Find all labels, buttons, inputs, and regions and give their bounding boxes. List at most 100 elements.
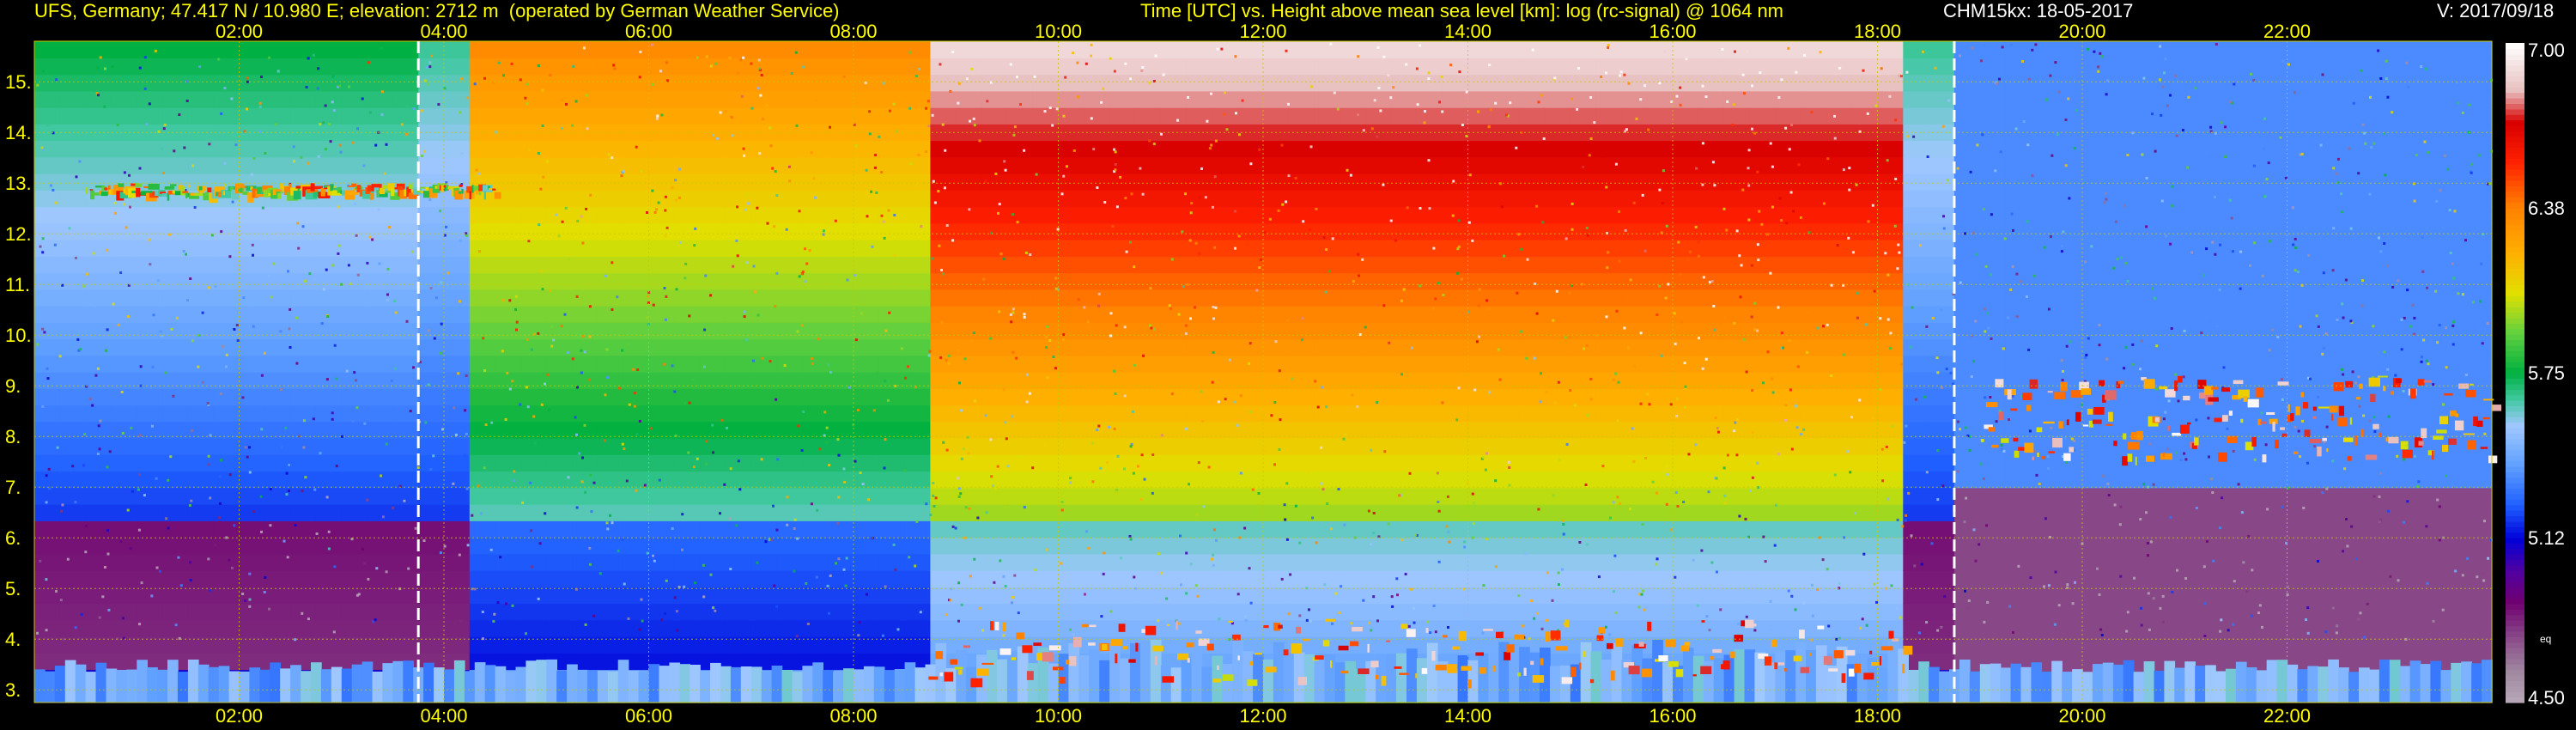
signal-cell [1749, 173, 1776, 191]
signal-cell [2057, 256, 2083, 274]
noise-speckle [1406, 206, 1409, 210]
signal-cell [1442, 537, 1469, 555]
signal-cell [1006, 520, 1034, 538]
signal-cell [315, 272, 343, 290]
signal-cell [700, 206, 726, 224]
signal-cell [85, 289, 112, 307]
signal-cell [904, 520, 931, 538]
noise-speckle [1822, 325, 1825, 328]
noise-speckle [2370, 146, 2373, 149]
signal-cell [367, 372, 393, 389]
signal-cell [648, 454, 675, 472]
signal-cell [750, 322, 778, 340]
noise-speckle [2103, 201, 2106, 204]
noise-speckle [735, 524, 738, 527]
noise-speckle [1912, 135, 1916, 138]
signal-cell [1570, 537, 1597, 555]
signal-cell [623, 289, 650, 307]
signal-cell [392, 372, 419, 389]
signal-cell [187, 355, 215, 373]
signal-cell [802, 553, 829, 571]
signal-cell [904, 603, 931, 621]
signal-cell [1416, 454, 1443, 472]
signal-cell [2338, 487, 2365, 505]
signal-cell [802, 58, 829, 76]
noise-speckle [939, 356, 943, 359]
signal-cell [1288, 355, 1315, 373]
signal-cell [1723, 338, 1750, 356]
signal-cell [2415, 90, 2441, 108]
signal-cell [1929, 256, 1955, 274]
signal-cell [1903, 222, 1929, 240]
signal-cell [1929, 405, 1955, 423]
signal-cell [315, 222, 343, 240]
noise-speckle [1494, 565, 1498, 569]
noise-speckle [982, 277, 986, 281]
signal-cell [1084, 504, 1110, 521]
signal-cell [1493, 355, 1520, 373]
signal-cell [2363, 306, 2391, 323]
signal-cell [1134, 322, 1162, 340]
signal-cell [1673, 603, 1699, 621]
noise-speckle [231, 566, 234, 569]
signal-cell [956, 173, 982, 191]
signal-cell [2005, 471, 2032, 489]
signal-cell [1851, 173, 1879, 191]
noise-speckle [2372, 325, 2375, 328]
signal-cell [213, 570, 240, 587]
signal-cell [854, 388, 880, 406]
signal-cell [1698, 289, 1725, 307]
signal-cell [2466, 504, 2493, 521]
noise-speckle [267, 56, 270, 59]
signal-cell [802, 240, 829, 257]
signal-cell [674, 570, 701, 587]
signal-cell [34, 289, 61, 307]
signal-cell [1288, 421, 1315, 439]
signal-cell [1621, 156, 1648, 174]
signal-cell [2287, 603, 2313, 621]
noise-speckle [1211, 205, 1214, 209]
signal-cell [1621, 256, 1648, 274]
noise-speckle [424, 421, 428, 424]
signal-cell [828, 603, 854, 621]
signal-cell [418, 355, 445, 373]
noise-speckle [2140, 339, 2143, 343]
signal-cell [1953, 504, 1981, 521]
signal-cell [2312, 636, 2339, 654]
noise-speckle [802, 410, 805, 413]
signal-cell [2466, 471, 2493, 489]
signal-cell [1647, 471, 1674, 489]
signal-cell [1903, 570, 1929, 587]
signal-cell [854, 124, 880, 142]
noise-speckle [705, 55, 708, 58]
signal-cell [1775, 570, 1801, 587]
signal-cell [2133, 156, 2160, 174]
signal-cell [2261, 322, 2288, 340]
signal-cell [1519, 289, 1546, 307]
noise-speckle [1557, 583, 1560, 587]
signal-cell [341, 338, 368, 356]
signal-cell [392, 222, 419, 240]
signal-cell [546, 603, 573, 621]
signal-cell [546, 471, 573, 489]
signal-cell [1058, 306, 1084, 323]
signal-cell [59, 537, 87, 555]
noise-speckle [113, 202, 117, 204]
signal-cell [392, 388, 419, 406]
signal-cell [1723, 421, 1750, 439]
noise-speckle [2009, 43, 2013, 46]
signal-cell [1595, 190, 1622, 208]
signal-cell [290, 74, 317, 92]
signal-cell [1544, 90, 1571, 108]
noise-speckle [2281, 505, 2284, 508]
signal-cell [469, 41, 496, 58]
signal-cell [2005, 487, 2032, 505]
signal-cell [34, 520, 61, 538]
signal-cell [1391, 156, 1418, 174]
signal-cell [1493, 240, 1520, 257]
signal-cell [930, 140, 957, 158]
noise-speckle [1994, 169, 1997, 173]
signal-cell [213, 421, 240, 439]
noise-speckle [1508, 465, 1511, 469]
signal-cell [1288, 90, 1315, 108]
